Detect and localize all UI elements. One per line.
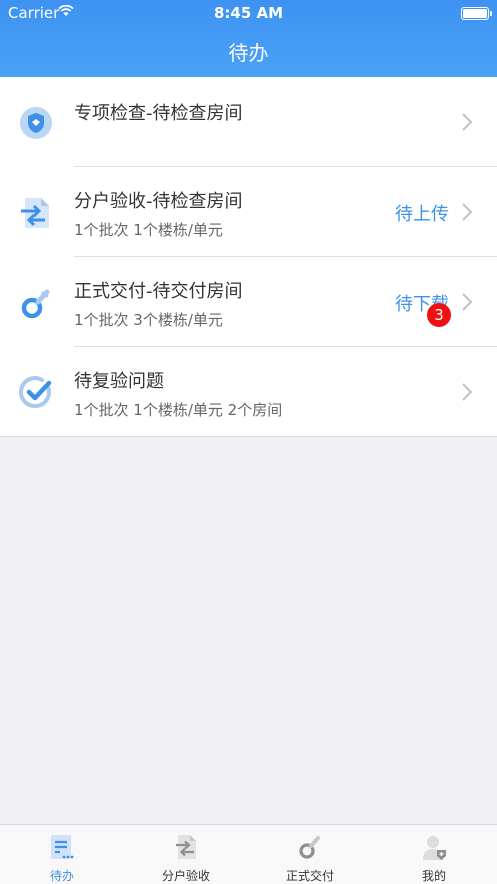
chevron-right-icon [462,383,473,401]
tab-formal-delivery[interactable]: 正式交付 [248,825,372,884]
row-title: 待复验问题 [74,371,164,392]
row-subtitle: 1个批次 3个楼栋/单元 [74,311,223,329]
tab-household-acceptance[interactable]: 分户验收 [124,825,248,884]
clock: 8:45 AM [213,4,284,22]
list-item-household-acceptance[interactable]: 分户验收-待检查房间 1个批次 1个楼栋/单元 待上传 [0,167,497,257]
list-item-formal-delivery[interactable]: 正式交付-待交付房间 1个批次 3个楼栋/单元 待下载 [0,257,497,347]
row-subtitle: 1个批次 1个楼栋/单元 2个房间 [74,401,283,419]
row-subtitle: 1个批次 1个楼栋/单元 [74,221,223,239]
battery-icon [461,7,492,20]
tab-label: 待办 [49,869,74,883]
tab-mine[interactable]: 我的 [372,825,496,884]
top-bar: Carrier 8:45 AM 待办 [0,0,497,77]
todo-list-icon [51,835,74,859]
shield-icon [20,107,52,139]
key-icon [21,289,50,319]
list-item-special-inspection[interactable]: 专项检查-待检查房间 [0,77,497,167]
row-title: 专项检查-待检查房间 [74,103,243,124]
document-transfer-icon [176,835,196,859]
list-item-reinspection-issues[interactable]: 待复验问题 1个批次 1个楼栋/单元 2个房间 [0,347,497,437]
row-title: 正式交付-待交付房间 [74,281,243,302]
check-circle-icon [18,376,52,409]
status-bar: Carrier 8:45 AM [0,0,497,26]
document-transfer-icon [21,198,49,228]
tab-bar: 待办 分户验收 正式交付 我的 [0,824,497,884]
user-icon [423,836,446,860]
tab-todo[interactable]: 待办 [0,825,124,884]
chevron-right-icon [462,203,473,221]
chevron-right-icon [462,293,473,311]
pending-upload-label[interactable]: 待上传 [395,200,449,226]
todo-list: 专项检查-待检查房间 分户验收-待检查房间 1个批次 1个楼栋/单元 待上传 正… [0,77,497,437]
count-badge: 3 [427,303,451,327]
divider [0,436,497,437]
chevron-right-icon [462,113,473,131]
key-icon [299,836,320,859]
tab-label: 正式交付 [285,869,334,883]
tab-label: 分户验收 [161,869,210,883]
page-title: 待办 [228,41,269,65]
row-title: 分户验收-待检查房间 [74,191,243,212]
tab-label: 我的 [421,869,446,883]
